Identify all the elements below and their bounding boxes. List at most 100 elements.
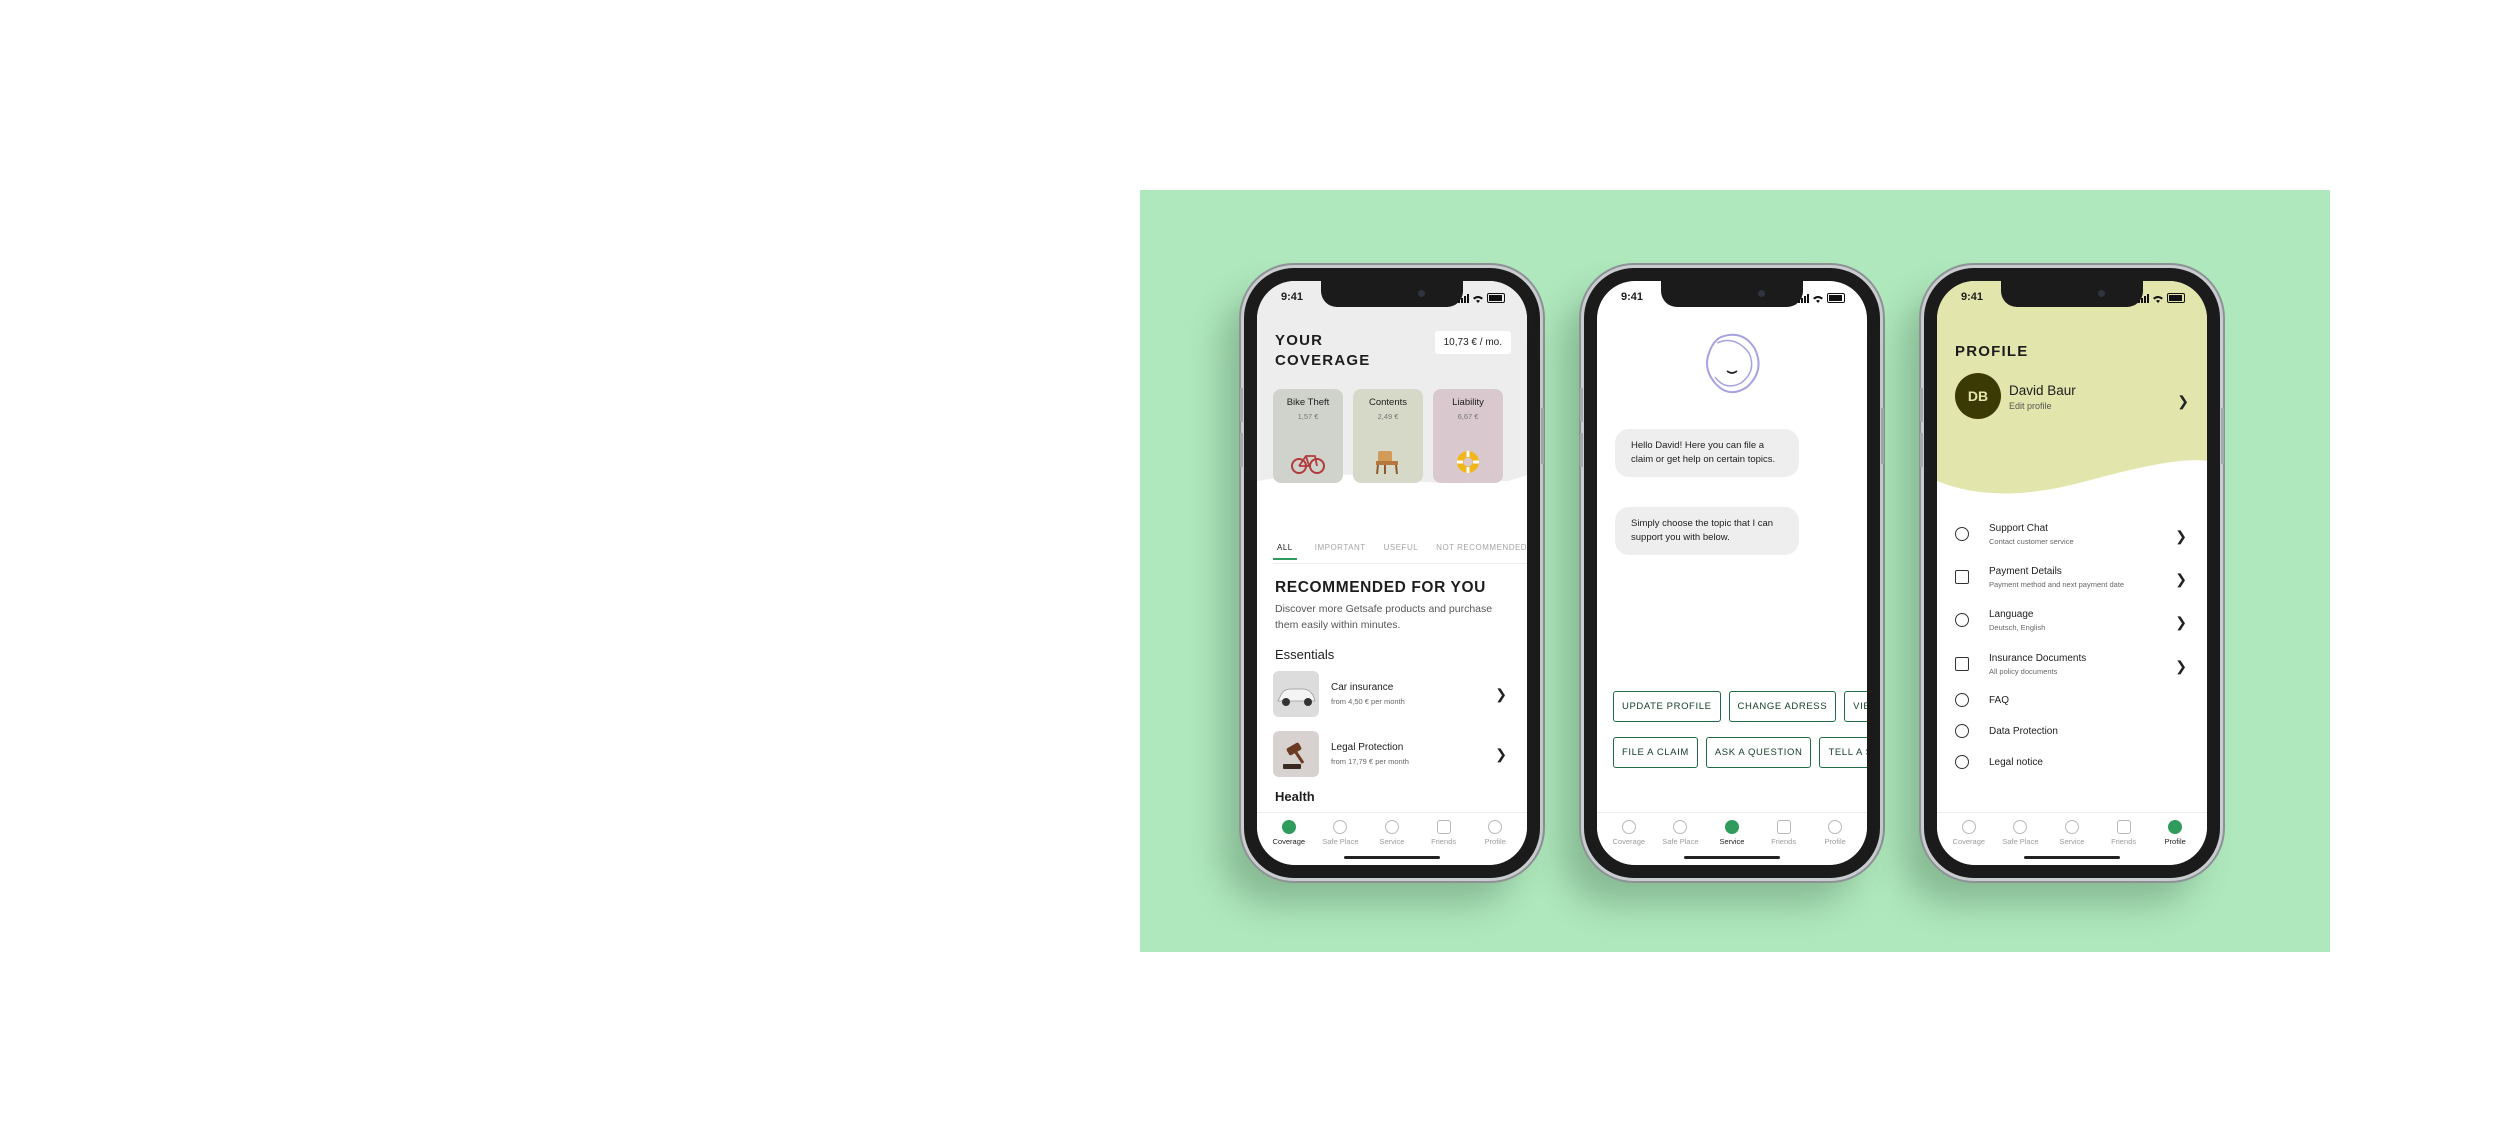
tab-label: Service (2059, 837, 2085, 846)
coverage-card-contents[interactable]: Contents 2,49 € (1353, 389, 1423, 483)
product-car-insurance[interactable]: Car insurance from 4,50 € per month ❯ (1273, 671, 1511, 717)
wifi-icon (1473, 296, 1483, 303)
quick-replies-row-2: FILE A CLAIM ASK A QUESTION TELL A STORY (1613, 737, 1867, 768)
tab-label: Coverage (1952, 837, 1986, 846)
status-time: 9:41 (1281, 291, 1304, 303)
menu-data-protection[interactable]: Data Protection (1955, 718, 2191, 748)
home-indicator (2024, 856, 2120, 859)
product-price: from 4,50 € per month (1331, 697, 1405, 706)
menu-title: Data Protection (1989, 726, 2058, 737)
tab-label: Safe Place (2002, 837, 2039, 846)
target-icon (1673, 820, 1688, 834)
tab-label: Profile (1484, 837, 1506, 846)
status-bar: 9:41 (1597, 291, 1867, 307)
tab-all[interactable]: ALL (1273, 543, 1297, 560)
chevron-right-icon: ❯ (2175, 614, 2187, 630)
assistant-avatar-icon (1706, 333, 1760, 394)
tab-not-recommended[interactable]: NOT RECOMMENDED (1436, 543, 1527, 560)
tabbar-coverage[interactable]: Coverage (1944, 813, 1994, 865)
tab-label: Profile (2164, 837, 2186, 846)
tabbar-profile[interactable]: Profile (1470, 813, 1520, 865)
menu-legal-notice[interactable]: Legal notice (1955, 749, 2191, 779)
tell-story-button[interactable]: TELL A STORY (1819, 737, 1867, 768)
tabbar-profile[interactable]: Profile (2150, 813, 2200, 865)
phone-profile: 9:41 PROFILE DB David Baur Edit profile … (1920, 268, 2224, 878)
profile-screen: 9:41 PROFILE DB David Baur Edit profile … (1937, 281, 2207, 865)
smile-icon (2064, 820, 2079, 834)
shield-check-icon (1621, 820, 1636, 834)
card-price: 6,67 € (1457, 412, 1479, 421)
card-name: Liability (1452, 397, 1484, 408)
update-profile-button[interactable]: UPDATE PROFILE (1613, 691, 1721, 722)
tab-useful[interactable]: USEFUL (1384, 543, 1419, 560)
target-icon (2013, 820, 2028, 834)
coverage-card-liability[interactable]: Liability 6,67 € (1433, 389, 1503, 483)
menu-subtitle: Contact customer service (1989, 537, 2074, 546)
change-address-button[interactable]: CHANGE ADRESS (1728, 691, 1837, 722)
chevron-right-icon[interactable]: ❯ (2177, 393, 2189, 410)
menu-insurance-documents[interactable]: Insurance Documents All policy documents… (1955, 651, 2191, 681)
home-indicator (1684, 856, 1780, 859)
chevron-right-icon: ❯ (1495, 686, 1507, 702)
tab-label: Coverage (1272, 837, 1306, 846)
menu-faq[interactable]: FAQ (1955, 687, 2191, 717)
view-button[interactable]: VIEW (1844, 691, 1867, 722)
header-wave (1937, 421, 2207, 501)
status-bar: 9:41 (1257, 291, 1527, 307)
menu-language[interactable]: Language Deutsch, English ❯ (1955, 607, 2191, 637)
monthly-total-badge[interactable]: 10,73 € / mo. (1434, 331, 1511, 354)
question-icon (1955, 693, 1969, 707)
document-icon (1955, 657, 1969, 671)
bicycle-icon (1291, 455, 1325, 474)
recommended-title: RECOMMENDED FOR YOU (1275, 579, 1486, 596)
product-name: Car insurance (1331, 682, 1394, 693)
coverage-card-bike-theft[interactable]: Bike Theft 1,57 € (1273, 389, 1343, 483)
edit-profile-link[interactable]: Edit profile (2009, 401, 2052, 411)
coverage-cards: Bike Theft 1,57 € Contents 2,49 € Liabil… (1273, 389, 1503, 483)
menu-support-chat[interactable]: Support Chat Contact customer service ❯ (1955, 521, 2191, 551)
car-image (1273, 671, 1319, 717)
menu-title: Payment Details (1989, 566, 2062, 577)
filter-tabs: ALL IMPORTANT USEFUL NOT RECOMMENDED (1273, 543, 1527, 560)
card-price: 1,57 € (1297, 412, 1319, 421)
menu-title: FAQ (1989, 695, 2010, 706)
home-indicator (1344, 856, 1440, 859)
globe-icon (1955, 613, 1969, 627)
chat-message: Hello David! Here you can file a claim o… (1615, 429, 1799, 477)
ask-question-button[interactable]: ASK A QUESTION (1705, 737, 1812, 768)
product-legal-protection[interactable]: Legal Protection from 17,79 € per month … (1273, 731, 1511, 777)
wifi-icon (1813, 296, 1823, 303)
menu-payment-details[interactable]: Payment Details Payment method and next … (1955, 564, 2191, 594)
tabbar-coverage[interactable]: Coverage (1264, 813, 1314, 865)
showcase-background: 9:41 YOUR COVERAGE 10,73 € / mo. Bike Th… (1140, 190, 2330, 952)
service-screen: 9:41 Hello David! Here you can file a cl… (1597, 281, 1867, 865)
page-title: YOUR COVERAGE (1275, 332, 1371, 369)
avatar[interactable]: DB (1955, 373, 2001, 419)
tab-important[interactable]: IMPORTANT (1315, 543, 1366, 560)
help-circle-icon (1955, 527, 1969, 541)
section-essentials: Essentials (1275, 647, 1335, 662)
tab-label: Safe Place (1322, 837, 1359, 846)
file-claim-button[interactable]: FILE A CLAIM (1613, 737, 1698, 768)
tab-label: Friends (1771, 837, 1797, 846)
shield-icon (1955, 724, 1969, 738)
profile-name: David Baur (2009, 383, 2076, 398)
target-icon (1333, 820, 1348, 834)
card-name: Bike Theft (1286, 397, 1330, 408)
coverage-screen: 9:41 YOUR COVERAGE 10,73 € / mo. Bike Th… (1257, 281, 1527, 865)
tab-label: Service (1719, 837, 1745, 846)
tab-label: Safe Place (1662, 837, 1699, 846)
phone-coverage: 9:41 YOUR COVERAGE 10,73 € / mo. Bike Th… (1240, 268, 1544, 878)
smile-icon (1724, 820, 1739, 834)
battery-icon (1827, 293, 1845, 303)
tabbar-coverage[interactable]: Coverage (1604, 813, 1654, 865)
menu-title: Legal notice (1989, 757, 2043, 768)
receipt-icon (1955, 570, 1969, 584)
gavel-image (1273, 731, 1319, 777)
menu-title: Support Chat (1989, 523, 2048, 534)
page-title: PROFILE (1955, 343, 2029, 360)
tabbar-profile[interactable]: Profile (1810, 813, 1860, 865)
battery-icon (1487, 293, 1505, 303)
gift-icon (2116, 820, 2131, 834)
chair-icon (1376, 451, 1398, 475)
